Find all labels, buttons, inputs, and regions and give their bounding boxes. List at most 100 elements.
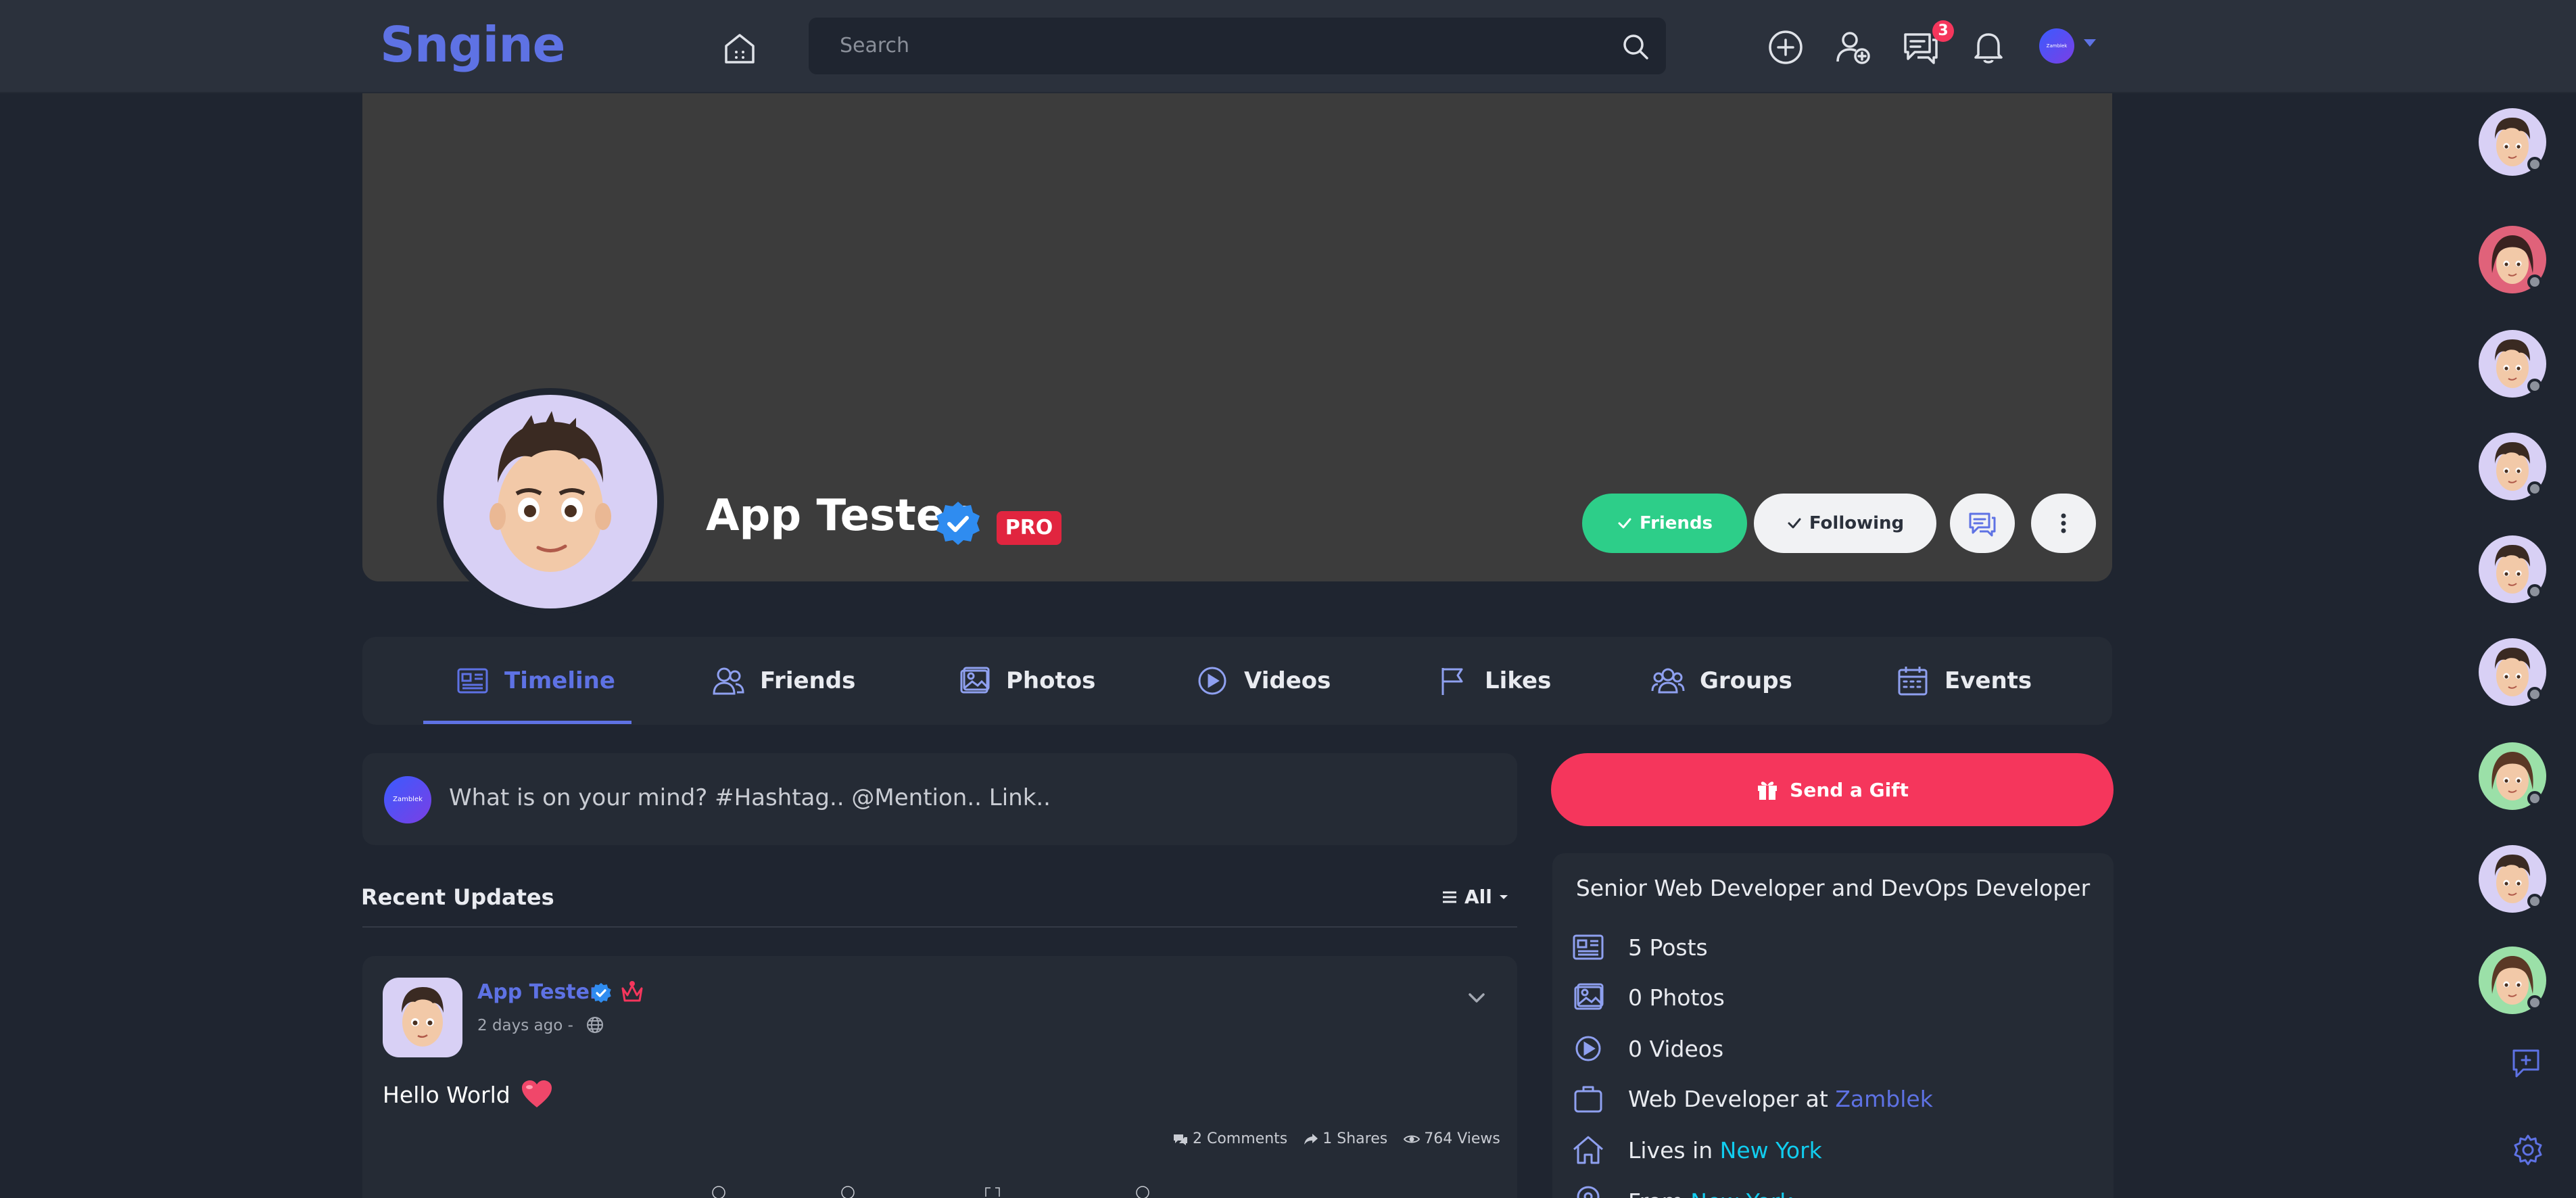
- tab-events[interactable]: Events: [1896, 637, 2032, 725]
- more-action-icon: [1136, 1186, 1149, 1198]
- tab-label: Groups: [1700, 667, 1792, 694]
- tab-label: Likes: [1485, 667, 1552, 694]
- globe-privacy-icon[interactable]: [586, 1015, 604, 1034]
- lives-in-text: Lives in New York: [1628, 1137, 1822, 1164]
- recent-updates-title: Recent Updates: [361, 884, 554, 910]
- briefcase-icon: [1574, 1086, 1602, 1113]
- presence-status-dot: [2527, 584, 2542, 599]
- location-pin-icon: [1577, 1186, 1600, 1198]
- from-text: From New York: [1628, 1189, 1792, 1198]
- comments-label: 2 Comments: [1193, 1130, 1288, 1147]
- presence-status-dot: [2527, 687, 2542, 702]
- gift-icon: [1758, 782, 1778, 800]
- chevron-down-icon: [1499, 894, 1508, 899]
- heart-emoji-icon: [521, 1080, 552, 1107]
- videos-count-row[interactable]: 0 Videos: [1571, 1032, 1723, 1065]
- post-stats: 2 Comments 1 Shares 764 Views: [1172, 1130, 1500, 1147]
- user-avatar[interactable]: Zamblek: [2039, 28, 2074, 64]
- views-label: 764 Views: [1424, 1130, 1500, 1147]
- chat-icon: [1969, 512, 1996, 537]
- from-city-link[interactable]: New York: [1690, 1189, 1792, 1198]
- work-prefix: Web Developer at: [1628, 1085, 1828, 1112]
- home-icon[interactable]: [721, 30, 759, 68]
- lives-prefix: Lives in: [1628, 1136, 1713, 1164]
- from-prefix: From: [1628, 1189, 1684, 1198]
- newspaper-icon: [457, 668, 488, 694]
- work-row: Web Developer at Zamblek: [1571, 1082, 1933, 1116]
- more-options-button[interactable]: [2031, 494, 2096, 553]
- profile-picture[interactable]: [437, 388, 664, 615]
- composer-avatar: Zamblek: [384, 776, 431, 823]
- video-icon: [1198, 667, 1226, 695]
- pro-badge: PRO: [997, 511, 1062, 545]
- presence-status-dot: [2527, 481, 2542, 496]
- composer-placeholder[interactable]: What is on your mind? #Hashtag.. @Mentio…: [449, 784, 1051, 811]
- send-gift-label: Send a Gift: [1790, 778, 1909, 801]
- post-author-name[interactable]: App Tester: [477, 980, 600, 1004]
- tab-label: Events: [1945, 667, 2032, 694]
- message-button[interactable]: [1950, 494, 2015, 553]
- tab-likes[interactable]: Likes: [1436, 637, 1551, 725]
- search-input[interactable]: [809, 18, 1666, 74]
- tab-photos[interactable]: Photos: [957, 637, 1095, 725]
- site-logo[interactable]: Sngine: [380, 16, 565, 73]
- tab-videos[interactable]: Videos: [1195, 637, 1331, 725]
- views-count: 764 Views: [1404, 1130, 1500, 1147]
- more-vertical-icon: [2061, 513, 2066, 533]
- post-author-avatar[interactable]: [383, 978, 462, 1057]
- divider: [362, 926, 1517, 928]
- shares-count[interactable]: 1 Shares: [1304, 1130, 1387, 1147]
- check-icon: [1788, 518, 1801, 529]
- friends-button-label: Friends: [1639, 513, 1713, 533]
- new-chat-icon[interactable]: [2510, 1045, 2546, 1082]
- posts-count-row[interactable]: 5 Posts: [1571, 930, 1708, 964]
- posts-filter-dropdown[interactable]: All: [1441, 886, 1508, 908]
- add-plus-icon[interactable]: [1766, 28, 1805, 67]
- tab-label: Friends: [760, 667, 856, 694]
- lives-city-link[interactable]: New York: [1720, 1137, 1822, 1164]
- group-icon: [1651, 668, 1685, 694]
- flag-icon: [1441, 668, 1463, 695]
- video-icon: [1575, 1036, 1601, 1061]
- crown-icon: [619, 980, 645, 1006]
- presence-status-dot: [2527, 791, 2542, 806]
- friends-button[interactable]: Friends: [1582, 494, 1747, 553]
- photos-count-label: 0 Photos: [1628, 984, 1725, 1011]
- house-icon: [1573, 1136, 1603, 1164]
- comments-count[interactable]: 2 Comments: [1172, 1130, 1287, 1147]
- send-gift-button[interactable]: Send a Gift: [1551, 753, 2114, 826]
- tab-friends[interactable]: Friends: [711, 637, 855, 725]
- tab-label: Videos: [1244, 667, 1331, 694]
- post-options-chevron-icon[interactable]: [1464, 986, 1489, 1010]
- verified-badge-icon: [933, 499, 983, 549]
- presence-status-dot: [2527, 379, 2542, 393]
- friend-requests-icon[interactable]: [1834, 28, 1873, 67]
- presence-status-dot: [2527, 894, 2542, 909]
- active-tab-indicator: [423, 721, 631, 724]
- post-actions-bar: [473, 1184, 1420, 1198]
- photos-count-row[interactable]: 0 Photos: [1571, 980, 1725, 1014]
- following-button-label: Following: [1809, 513, 1905, 533]
- following-button[interactable]: Following: [1754, 494, 1936, 553]
- post-timestamp[interactable]: 2 days ago -: [477, 1017, 573, 1034]
- tab-timeline[interactable]: Timeline: [456, 637, 615, 725]
- share-action-icon: [985, 1187, 1000, 1197]
- share-icon: [1304, 1133, 1318, 1145]
- react-icon: [712, 1186, 725, 1198]
- check-icon: [1618, 518, 1631, 529]
- list-icon: [1443, 891, 1456, 903]
- user-menu-caret-icon[interactable]: [2084, 39, 2096, 47]
- from-row: From New York: [1571, 1184, 1792, 1198]
- search-icon[interactable]: [1621, 32, 1650, 61]
- eye-icon: [1404, 1135, 1421, 1143]
- verified-badge-icon: [590, 982, 613, 1005]
- profile-name: App Tester: [706, 491, 967, 541]
- profile-avatar-image: [444, 395, 657, 608]
- tab-label: Timeline: [504, 667, 615, 694]
- comments-icon: [1174, 1134, 1187, 1145]
- tab-groups[interactable]: Groups: [1651, 637, 1792, 725]
- work-company-link[interactable]: Zamblek: [1835, 1086, 1933, 1112]
- chat-settings-gear-icon[interactable]: [2510, 1132, 2546, 1168]
- newspaper-icon: [1573, 934, 1604, 960]
- notifications-bell-icon[interactable]: [1969, 28, 2008, 67]
